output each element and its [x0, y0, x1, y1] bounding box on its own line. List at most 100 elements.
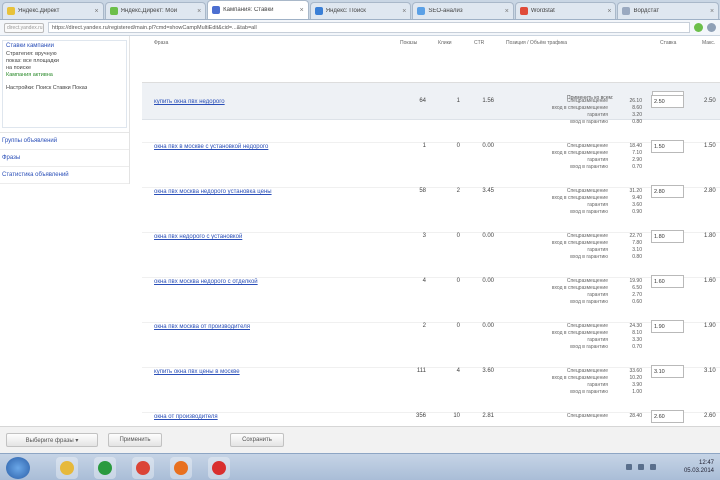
taskbar-item-yandex-browser[interactable]	[208, 457, 230, 479]
url-input[interactable]: https://direct.yandex.ru/registered/main…	[48, 22, 690, 33]
position-label: гарантия	[587, 202, 608, 208]
browser-tab[interactable]: SEO-анализ ×	[412, 2, 514, 19]
browser-tab[interactable]: Яндекс.Директ ×	[2, 2, 104, 19]
apply-button[interactable]: Применить	[108, 433, 162, 447]
bid-input[interactable]: 1.50	[651, 140, 684, 153]
tab-close-icon[interactable]: ×	[300, 7, 304, 14]
clicks-value: 0	[456, 143, 460, 149]
position-value: 10.20	[629, 375, 642, 381]
position-label: Спецразмещение	[566, 143, 608, 149]
phrase-link[interactable]: окна пвх москва недорого установка цены	[154, 188, 374, 196]
bid-input[interactable]: 1.60	[651, 275, 684, 288]
phrase-link[interactable]: окна пвх москва от производителя	[154, 323, 374, 331]
position-label: Спецразмещение	[566, 98, 608, 104]
position-value: 3.60	[632, 202, 642, 208]
start-button[interactable]	[6, 457, 30, 479]
browser-tab[interactable]: Кампания: Ставки ×	[207, 0, 309, 19]
menu-icon[interactable]	[707, 23, 716, 32]
position-value: 8.10	[632, 330, 642, 336]
position-labels: Спецразмещение вход в спецразмещение гаран…	[504, 233, 608, 261]
phrase-link[interactable]: купить окна пвх цены в москве	[154, 368, 374, 376]
chrome-icon	[136, 461, 150, 475]
bid-input[interactable]: 1.90	[651, 320, 684, 333]
tab-close-icon[interactable]: ×	[402, 8, 406, 15]
browser-tab[interactable]: Wordstat ×	[514, 2, 617, 19]
position-label: вход в гарантию	[570, 299, 608, 305]
bookmark-star-icon[interactable]	[694, 23, 703, 32]
browser-tab[interactable]: Яндекс: Поиск ×	[309, 2, 412, 19]
tab-label: Яндекс.Директ: Мои	[120, 8, 178, 14]
position-value: 3.20	[632, 112, 642, 118]
search-line: на поиске	[6, 65, 32, 71]
position-label: вход в спецразмещение	[551, 330, 608, 336]
position-values: 26.10 8.60 3.20 0.80	[616, 98, 642, 126]
position-value: 3.90	[632, 382, 642, 388]
bid-input[interactable]: 2.50	[651, 95, 684, 108]
position-value: 3.30	[632, 337, 642, 343]
save-button[interactable]: Сохранить	[230, 433, 284, 447]
col-bid-header: Ставка	[660, 40, 677, 46]
sidebar-item-ad-groups[interactable]: Группы объявлений	[0, 133, 129, 150]
flag-icon[interactable]	[650, 464, 656, 470]
ctr-value: 3.45	[482, 188, 494, 194]
system-clock[interactable]: 12:47 05.03.2014	[684, 459, 714, 475]
position-values: 28.40	[616, 413, 642, 420]
col-ctr-header[interactable]: CTR	[474, 40, 484, 46]
phrase-link[interactable]: купить окна пвх недорого	[154, 98, 374, 106]
tab-close-icon[interactable]: ×	[94, 8, 98, 15]
tab-close-icon[interactable]: ×	[197, 8, 201, 15]
bid-input[interactable]: 3.10	[651, 365, 684, 378]
table-row: окна пвх в москве с установкой недорого 1…	[142, 140, 720, 188]
tab-close-icon[interactable]: ×	[607, 8, 611, 15]
position-label: Спецразмещение	[566, 188, 608, 194]
col-shows-header[interactable]: Показы	[400, 40, 417, 46]
tab-close-icon[interactable]: ×	[710, 8, 714, 15]
clock-date: 05.03.2014	[683, 468, 714, 474]
position-label: Спецразмещение	[566, 278, 608, 284]
position-label: Спецразмещение	[566, 413, 608, 419]
position-label: вход в спецразмещение	[551, 150, 608, 156]
clock-time: 12:47	[698, 460, 714, 466]
placement-line: показ: все площадки	[6, 58, 59, 64]
taskbar-item-chrome[interactable]	[132, 457, 154, 479]
phrase-link[interactable]: окна пвх в москве с установкой недорого	[154, 143, 374, 151]
bids-table: Фраза Показы Клики CTR Позиция / Объём т…	[142, 36, 720, 426]
position-value: 28.40	[629, 413, 642, 419]
col-clicks-header[interactable]: Клики	[438, 40, 452, 46]
position-value: 2.90	[632, 157, 642, 163]
tab-favicon-icon	[622, 7, 631, 15]
phrase-link[interactable]: окна пвх недорого с установкой	[154, 233, 374, 241]
select-phrases-dropdown[interactable]: Выберите фразы ▾	[6, 433, 98, 447]
position-label: гарантия	[587, 157, 608, 163]
phrase-link[interactable]: окна от производителя	[154, 413, 374, 421]
taskbar-item-skype[interactable]	[94, 457, 116, 479]
site-identity-button[interactable]: direct.yandex.ru	[4, 22, 44, 33]
table-row: окна пвх москва от производителя 2 0 0.00 Сп…	[142, 320, 720, 368]
col-phrase-header[interactable]: Фраза	[154, 40, 168, 46]
max-bid-value: 2.50	[704, 98, 716, 104]
tab-close-icon[interactable]: ×	[505, 8, 509, 15]
tab-favicon-icon	[212, 6, 221, 14]
network-icon[interactable]	[626, 464, 632, 470]
position-value: 33.60	[629, 368, 642, 374]
position-value: 0.90	[632, 209, 642, 215]
browser-tab[interactable]: Вордстат ×	[617, 2, 720, 19]
sidebar-item-ad-stats[interactable]: Статистика объявлений	[0, 167, 129, 184]
bid-input[interactable]: 2.60	[651, 410, 684, 423]
volume-icon[interactable]	[638, 464, 644, 470]
taskbar-item-firefox[interactable]	[170, 457, 192, 479]
tab-favicon-icon	[417, 7, 426, 15]
campaign-title-link[interactable]: Ставки кампании	[6, 43, 123, 49]
phrase-link[interactable]: окна пвх москва недорого с отделкой	[154, 278, 374, 286]
bid-input[interactable]: 1.80	[651, 230, 684, 243]
browser-tab[interactable]: Яндекс.Директ: Мои ×	[104, 2, 207, 19]
table-header: Фраза Показы Клики CTR Позиция / Объём т…	[142, 36, 720, 83]
position-value: 26.10	[629, 98, 642, 104]
col-max-header: Макс.	[702, 40, 716, 46]
table-row: окна пвх москва недорого установка цены 5…	[142, 185, 720, 233]
bid-input[interactable]: 2.80	[651, 185, 684, 198]
position-label: вход в гарантию	[570, 119, 608, 125]
clicks-value: 2	[456, 188, 460, 194]
taskbar-item-explorer[interactable]	[56, 457, 78, 479]
sidebar-item-phrases[interactable]: Фразы	[0, 150, 129, 167]
